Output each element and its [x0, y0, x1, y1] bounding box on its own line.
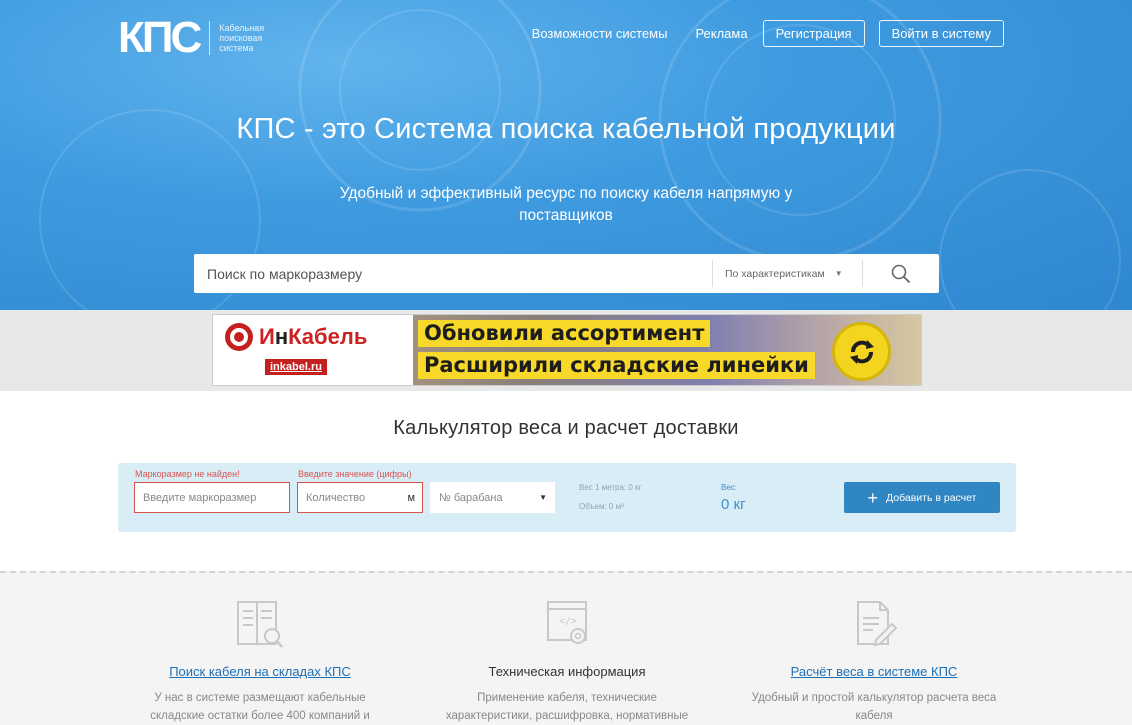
- feature-description: Удобный и простой калькулятор расчета ве…: [724, 689, 1024, 725]
- feature-text-line: кабеля: [855, 710, 893, 722]
- feature-title: Техническая информация: [488, 664, 646, 679]
- hero-tagline: Удобный и эффективный ресурс по поиску к…: [339, 185, 793, 224]
- search-mode-label: По характеристикам: [725, 267, 825, 280]
- brand-text: И: [259, 324, 275, 349]
- add-to-calc-button[interactable]: + Добавить в расчет: [844, 482, 1000, 513]
- top-nav: Возможности системы Реклама Регистрация …: [532, 20, 1004, 47]
- banner-line2: Расширили складские линейки: [418, 352, 815, 379]
- feature-description: Применение кабеля, технические характери…: [417, 689, 717, 725]
- feature-description: У нас в системе размещают кабельные скла…: [110, 689, 410, 725]
- feature-title-link[interactable]: Расчёт веса в системе КПС: [724, 664, 1024, 679]
- nav-ads-link[interactable]: Реклама: [695, 26, 747, 41]
- search-bar: Поиск по маркоразмеру По характеристикам…: [194, 254, 939, 293]
- register-button[interactable]: Регистрация: [762, 20, 865, 47]
- search-button[interactable]: [862, 260, 939, 287]
- login-button[interactable]: Войти в систему: [878, 20, 1004, 47]
- logo-subtitle-line: поисковая: [219, 33, 263, 43]
- qty-error-text: Введите значение (цифры): [298, 469, 412, 479]
- ad-banner[interactable]: Ин Кабель inkabel.ru Обновили ассортимент…: [212, 314, 922, 386]
- feature-text-line: Удобный и простой калькулятор расчета ве…: [751, 692, 997, 704]
- logo-subtitle: Кабельная поисковая система: [219, 23, 264, 53]
- banner-url[interactable]: inkabel.ru: [265, 359, 327, 375]
- drum-placeholder: № барабана: [439, 491, 503, 504]
- brand-logo-icon: [225, 323, 253, 351]
- nav-features-link[interactable]: Возможности системы: [532, 26, 668, 41]
- document-edit-icon: [857, 601, 898, 647]
- section-divider: [0, 571, 1132, 573]
- logo[interactable]: КПС Кабельная поисковая система: [118, 13, 264, 62]
- mark-error-text: Маркоразмер не найден!: [135, 469, 240, 479]
- logo-subtitle-line: система: [219, 43, 254, 53]
- svg-text:</>: </>: [559, 616, 577, 627]
- add-to-calc-label: Добавить в расчет: [886, 491, 977, 504]
- drum-select[interactable]: № барабана ▼: [430, 482, 555, 513]
- quantity-unit: м: [407, 491, 415, 504]
- hero-title: КПС - это Система поиска кабельной проду…: [236, 113, 896, 145]
- search-input[interactable]: Поиск по маркоразмеру: [194, 266, 712, 282]
- banner-line1: Обновили ассортимент: [418, 320, 711, 347]
- code-settings-icon: </>: [547, 601, 587, 644]
- feature-text-line: характеристики, расшифровка, нормативные: [445, 710, 689, 722]
- feature-text-line: У нас в системе размещают кабельные: [154, 692, 366, 704]
- search-icon: [891, 264, 911, 283]
- volume-value: Объем: 0 м³: [579, 502, 624, 511]
- search-mode-select[interactable]: По характеристикам ▼: [712, 260, 862, 287]
- weight-label: Вес:: [721, 483, 738, 492]
- hero: КПС Кабельная поисковая система Возможно…: [0, 0, 1132, 310]
- quantity-placeholder: Количество: [306, 491, 366, 504]
- feature-text-line: Применение кабеля, технические: [477, 692, 657, 704]
- feature-warehouse-search: Поиск кабеля на складах КПС У нас в сист…: [110, 596, 410, 725]
- logo-mark: КПС: [118, 13, 202, 62]
- calculator-title: Калькулятор веса и расчет доставки: [393, 417, 739, 439]
- caret-down-icon: ▼: [834, 269, 843, 278]
- brand-text: н: [274, 324, 289, 349]
- feature-weight-calc: Расчёт веса в системе КПС Удобный и прос…: [724, 596, 1024, 725]
- feature-title-link[interactable]: Поиск кабеля на складах КПС: [110, 664, 410, 679]
- mark-input[interactable]: Введите маркоразмер: [134, 482, 290, 513]
- banner-brand: Ин Кабель: [223, 321, 367, 353]
- caret-down-icon: ▼: [539, 493, 547, 502]
- logo-divider: [209, 21, 211, 55]
- feature-technical-info: </> Техническая информация Применение ка…: [417, 596, 717, 725]
- weight-per-meter: Вес 1 метра: 0 кг: [579, 483, 642, 492]
- quantity-input[interactable]: Количество м: [297, 482, 423, 513]
- feature-text-line: складские остатки более 400 компаний и: [150, 710, 370, 722]
- book-search-icon: [237, 601, 283, 648]
- brand-text: Кабель: [288, 324, 368, 349]
- weight-value: 0 кг: [721, 496, 746, 513]
- calculator-panel: Маркоразмер не найден! Введите значение …: [118, 463, 1016, 532]
- plus-icon: +: [867, 487, 879, 508]
- refresh-badge: [832, 322, 891, 381]
- logo-subtitle-line: Кабельная: [219, 23, 265, 33]
- refresh-icon: [849, 339, 874, 364]
